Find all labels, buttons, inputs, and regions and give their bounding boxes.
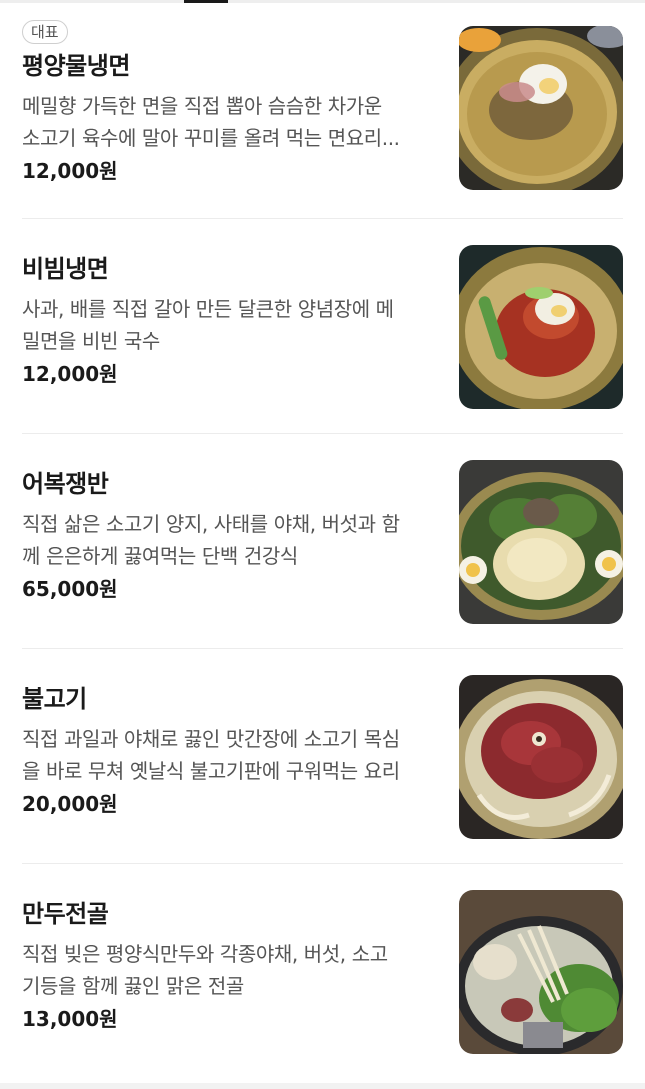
menu-item-price: 65,000원 (22, 577, 118, 601)
menu-item[interactable]: 대표 평양물냉면 메밀향 가득한 면을 직접 뽑아 슴슴한 차가운 소고기 육수… (22, 4, 623, 219)
menu-item-info: 비빔냉면 사과, 배를 직접 갈아 만든 달큰한 양념장에 메 밀면을 비빈 국… (22, 253, 437, 389)
menu-item[interactable]: 어복쟁반 직접 삶은 소고기 양지, 사태를 야채, 버섯과 함 께 은은하게 … (22, 434, 623, 649)
menu-item-name: 비빔냉면 (22, 255, 109, 283)
menu-item-name: 만두전골 (22, 900, 109, 928)
menu-item-info: 만두전골 직접 빚은 평양식만두와 각종야채, 버섯, 소고 기등을 함께 끓인… (22, 898, 437, 1034)
top-divider (0, 0, 645, 3)
menu-item-description-line1: 사과, 배를 직접 갈아 만든 달큰한 양념장에 메 (22, 297, 394, 321)
menu-list: 대표 평양물냉면 메밀향 가득한 면을 직접 뽑아 슴슴한 차가운 소고기 육수… (0, 4, 645, 1079)
menu-item-description-line1: 메밀향 가득한 면을 직접 뽑아 슴슴한 차가운 (22, 94, 382, 118)
signature-badge: 대표 (22, 20, 68, 44)
menu-item-info: 대표 평양물냉면 메밀향 가득한 면을 직접 뽑아 슴슴한 차가운 소고기 육수… (22, 20, 437, 186)
bulgogi-photo[interactable] (459, 675, 623, 839)
scroll-tab-indicator (184, 0, 228, 3)
menu-item-price: 13,000원 (22, 1007, 118, 1031)
menu-item-description-line1: 직접 빚은 평양식만두와 각종야채, 버섯, 소고 (22, 942, 388, 966)
menu-item-name: 평양물냉면 (22, 52, 130, 80)
menu-item-description-line2: 밀면을 비빈 국수 (22, 329, 160, 353)
menu-item-price: 12,000원 (22, 159, 118, 183)
menu-item-name: 불고기 (22, 685, 87, 713)
menu-item[interactable]: 불고기 직접 과일과 야채로 끓인 맛간장에 소고기 목심 을 바로 무쳐 옛날… (22, 649, 623, 864)
mandu-jeongol-photo[interactable] (459, 890, 623, 1054)
eobok-jaengban-photo[interactable] (459, 460, 623, 624)
menu-item-description-line2: 을 바로 무쳐 옛날식 불고기판에 구워먹는 요리 (22, 759, 400, 783)
menu-item-info: 어복쟁반 직접 삶은 소고기 양지, 사태를 야채, 버섯과 함 께 은은하게 … (22, 468, 437, 604)
menu-item-price: 12,000원 (22, 362, 118, 386)
menu-item-description-line2: 께 은은하게 끓여먹는 단백 건강식 (22, 544, 298, 568)
menu-item-description-line1: 직접 삶은 소고기 양지, 사태를 야채, 버섯과 함 (22, 512, 400, 536)
menu-item-price: 20,000원 (22, 792, 118, 816)
bottom-divider (0, 1083, 645, 1089)
menu-item-description-line2: 기등을 함께 끓인 맑은 전골 (22, 974, 244, 998)
menu-item-description-line1: 직접 과일과 야채로 끓인 맛간장에 소고기 목심 (22, 727, 400, 751)
mul-naengmyeon-photo[interactable] (459, 26, 623, 190)
menu-item-name: 어복쟁반 (22, 470, 109, 498)
menu-item-info: 불고기 직접 과일과 야채로 끓인 맛간장에 소고기 목심 을 바로 무쳐 옛날… (22, 683, 437, 819)
menu-item[interactable]: 비빔냉면 사과, 배를 직접 갈아 만든 달큰한 양념장에 메 밀면을 비빈 국… (22, 219, 623, 434)
menu-item-description-line2: 소고기 육수에 말아 꾸미를 올려 먹는 면요리... (22, 126, 400, 150)
menu-item[interactable]: 만두전골 직접 빚은 평양식만두와 각종야채, 버섯, 소고 기등을 함께 끓인… (22, 864, 623, 1079)
bibim-naengmyeon-photo[interactable] (459, 245, 623, 409)
